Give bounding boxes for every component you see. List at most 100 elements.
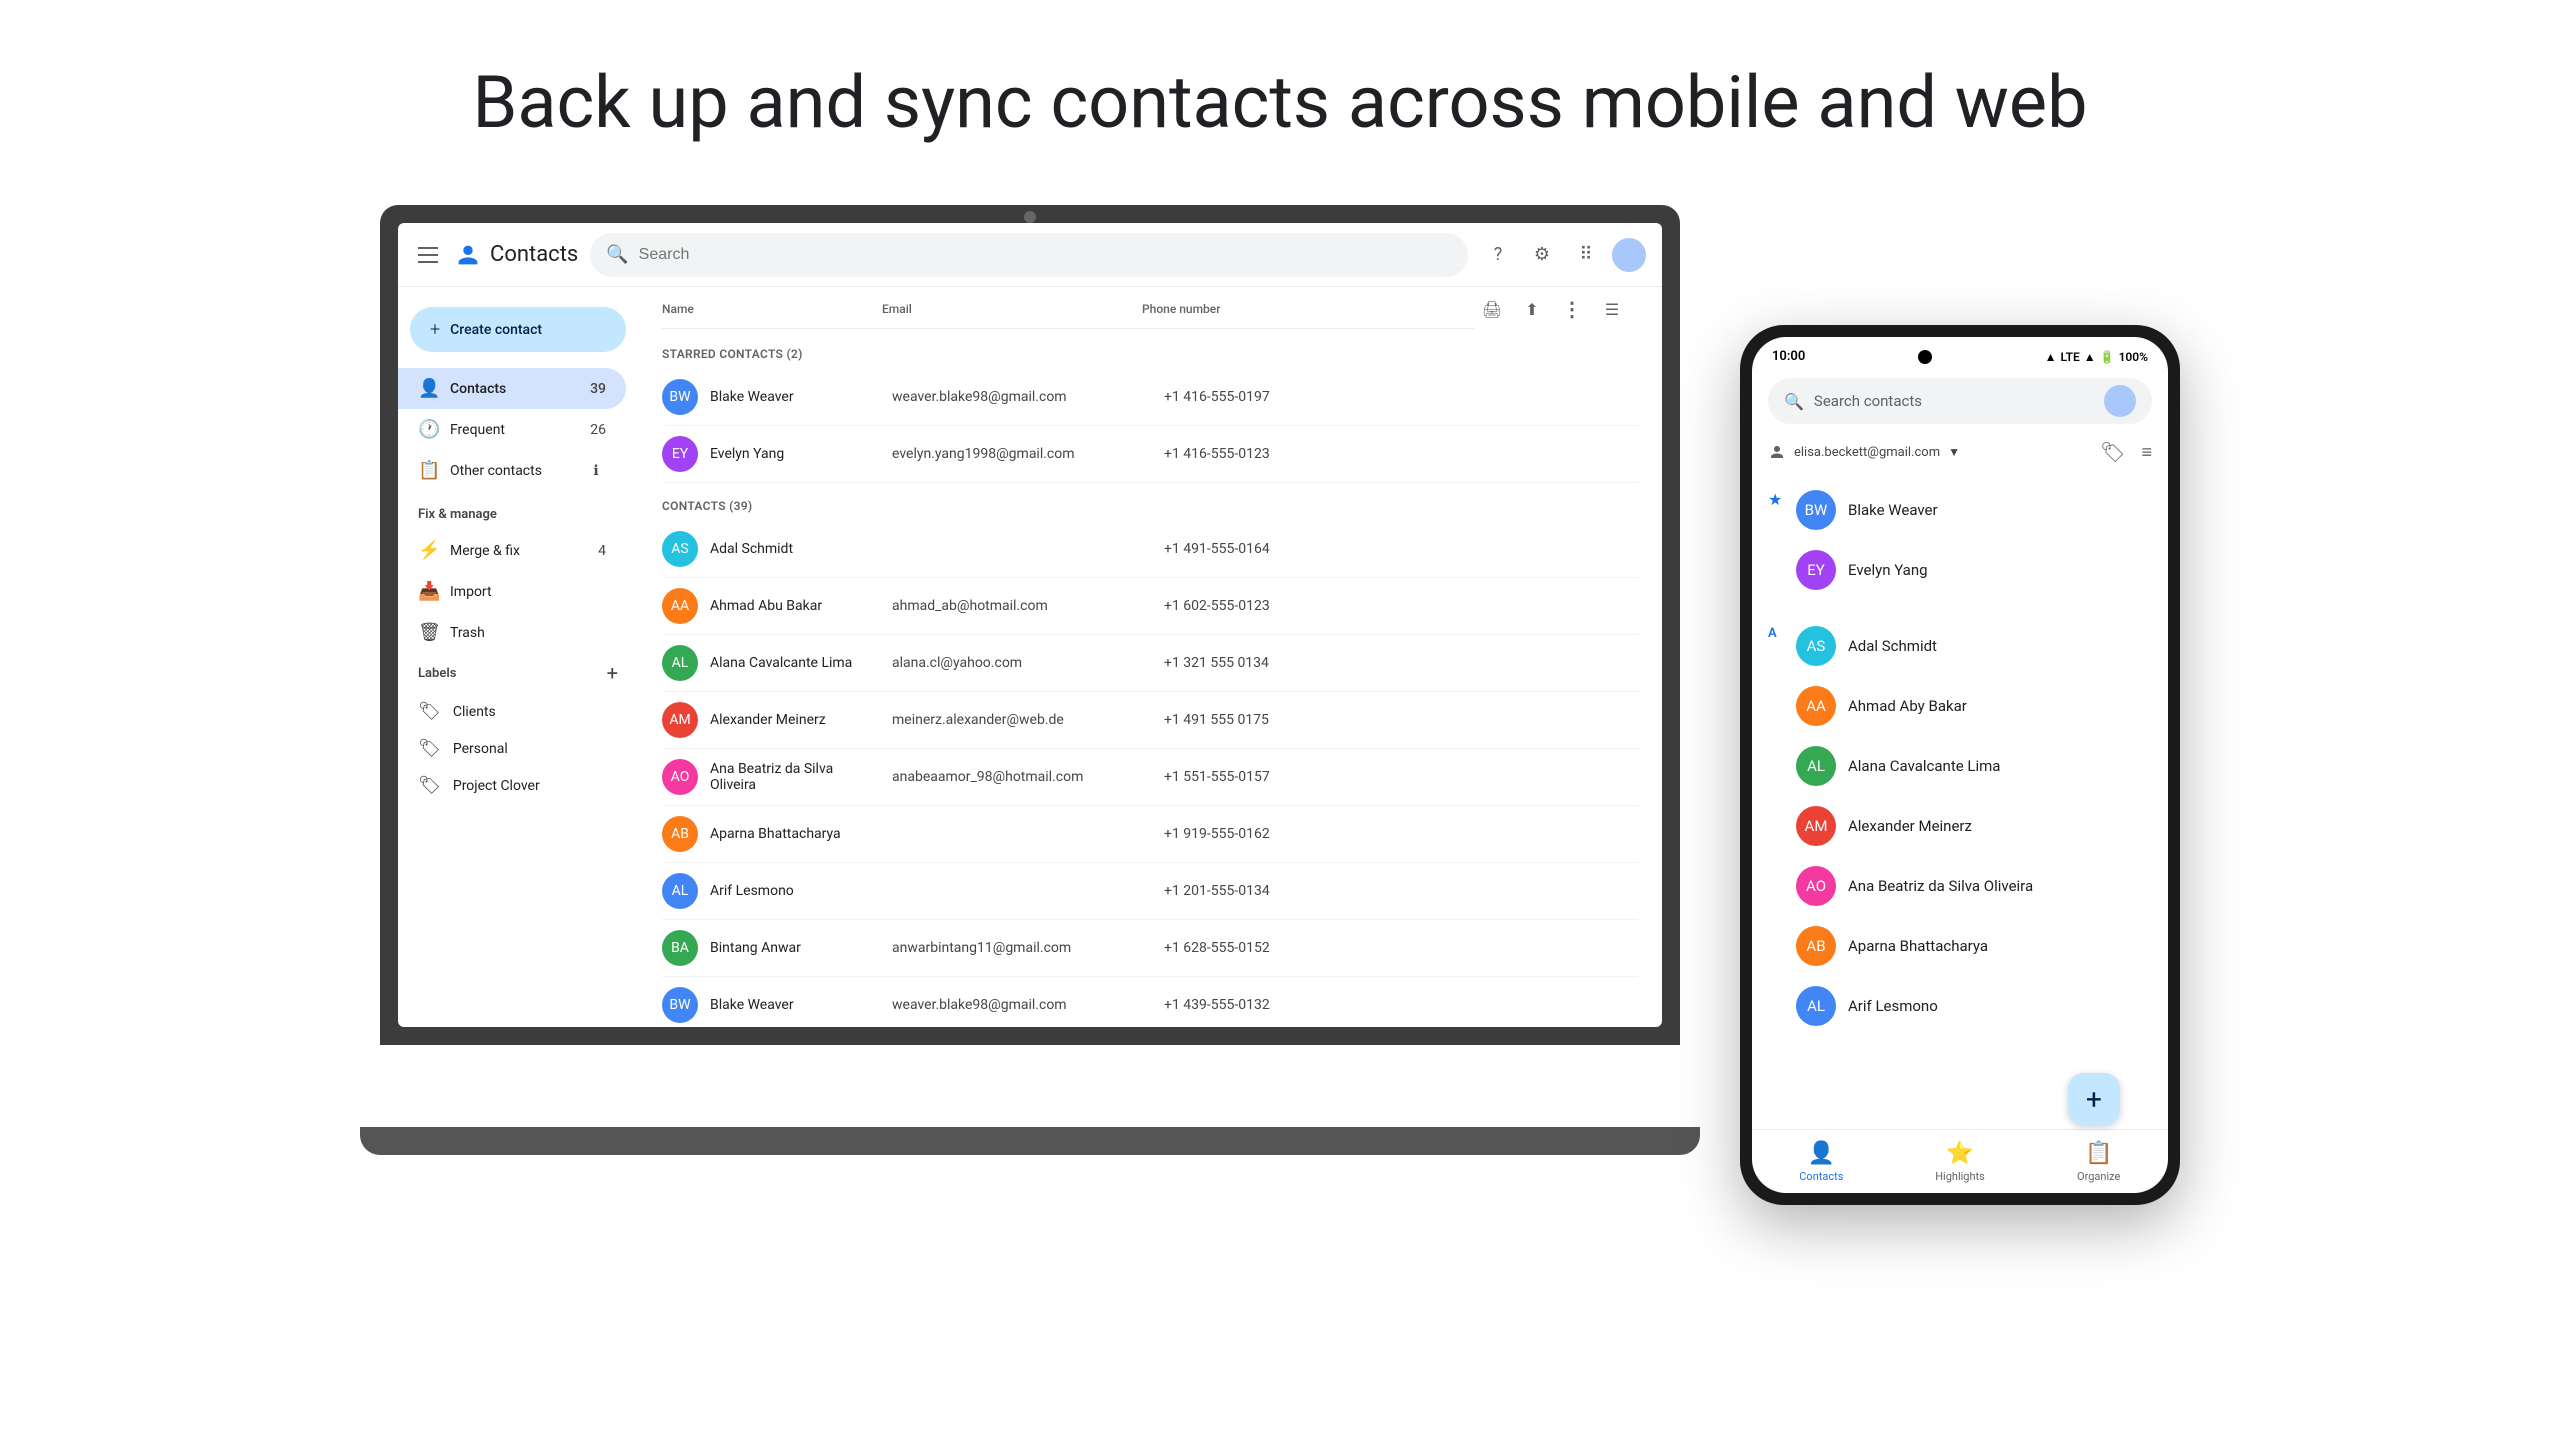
table-row: AL Alana Cavalcante Lima alana.cl@yahoo.…: [662, 635, 1638, 692]
table-row: BW Blake Weaver weaver.blake98@gmail.com…: [662, 369, 1638, 426]
contact-phone: +1 416-555-0123: [1164, 446, 1364, 462]
contact-avatar: AL: [662, 873, 698, 909]
contact-avatar: AO: [1796, 866, 1836, 906]
app-logo: Contacts: [454, 241, 578, 269]
starred-section: ★ BW Blake Weaver EY Evelyn Yang: [1768, 472, 2152, 608]
list-item[interactable]: AL Arif Lesmono: [1796, 976, 2152, 1036]
more-options-icon[interactable]: ⋮: [1554, 291, 1590, 327]
label-personal[interactable]: 🏷 Personal: [398, 730, 638, 767]
contact-name: Evelyn Yang: [710, 446, 880, 462]
wifi-icon: ▲: [2084, 350, 2096, 364]
email-header: Email: [882, 302, 1142, 316]
contact-phone: +1 602-555-0123: [1164, 598, 1364, 614]
search-input[interactable]: [639, 246, 1452, 264]
contact-avatar: AL: [1796, 986, 1836, 1026]
trash-label: Trash: [450, 625, 606, 641]
settings-icon[interactable]: ⚙: [1524, 237, 1560, 273]
label-project-clover-text: Project Clover: [453, 778, 540, 794]
merge-icon: ⚡: [418, 540, 438, 561]
account-bar[interactable]: elisa.beckett@gmail.com ▼ 🏷 ≡: [1752, 432, 2168, 472]
contact-avatar: EY: [662, 436, 698, 472]
contact-name: Blake Weaver: [1848, 501, 1938, 519]
contact-name: Adal Schmidt: [1848, 637, 1937, 655]
list-item[interactable]: EY Evelyn Yang: [1796, 540, 2152, 600]
create-contact-button[interactable]: + Create contact: [410, 307, 626, 352]
frequent-count: 26: [590, 422, 606, 438]
list-item[interactable]: AB Aparna Bhattacharya: [1796, 916, 2152, 976]
signal-icon: ▲: [2045, 350, 2057, 364]
apps-icon[interactable]: ⠿: [1568, 237, 1604, 273]
help-icon[interactable]: ?: [1480, 237, 1516, 273]
nav-organize[interactable]: 📋 Organize: [2029, 1130, 2168, 1193]
mobile-user-avatar[interactable]: [2104, 385, 2136, 417]
fix-manage-title: Fix & manage: [398, 491, 638, 530]
history-icon: 🕐: [418, 419, 438, 440]
merge-count: 4: [598, 543, 606, 559]
sidebar-item-contacts[interactable]: 👤 Contacts 39: [398, 368, 626, 409]
contact-avatar: EY: [1796, 550, 1836, 590]
list-item[interactable]: AO Ana Beatriz da Silva Oliveira: [1796, 856, 2152, 916]
contact-email: alana.cl@yahoo.com: [892, 655, 1152, 671]
highlights-nav-icon: ⭐: [1946, 1141, 1973, 1166]
print-icon[interactable]: 🖨: [1474, 291, 1510, 327]
star-icon: ★: [1768, 480, 1784, 509]
fab-add-button[interactable]: +: [2068, 1073, 2120, 1125]
create-contact-label: Create contact: [450, 322, 542, 338]
contact-phone: +1 491 555 0175: [1164, 712, 1364, 728]
list-item[interactable]: AL Alana Cavalcante Lima: [1796, 736, 2152, 796]
label-project-clover[interactable]: 🏷 Project Clover: [398, 767, 638, 804]
frequent-nav-label: Frequent: [450, 422, 578, 438]
contact-phone: +1 439-555-0132: [1164, 997, 1364, 1013]
trash-icon: 🗑: [418, 622, 438, 643]
contact-name: Alana Cavalcante Lima: [710, 655, 880, 671]
nav-highlights[interactable]: ⭐ Highlights: [1891, 1130, 2030, 1193]
sidebar-item-other-contacts[interactable]: 📋 Other contacts ℹ: [398, 450, 626, 491]
contact-name: Evelyn Yang: [1848, 561, 1928, 579]
sidebar-item-import[interactable]: 📥 Import: [398, 571, 626, 612]
sidebar-item-merge[interactable]: ⚡ Merge & fix 4: [398, 530, 626, 571]
contact-email: ahmad_ab@hotmail.com: [892, 598, 1152, 614]
desktop-search-bar[interactable]: 🔍: [590, 233, 1468, 277]
contact-name: Ahmad Abu Bakar: [710, 598, 880, 614]
contact-name: Bintang Anwar: [710, 940, 880, 956]
contact-phone: +1 201-555-0134: [1164, 883, 1364, 899]
contact-email: evelyn.yang1998@gmail.com: [892, 446, 1152, 462]
contact-name: Alana Cavalcante Lima: [1848, 757, 2000, 775]
list-item[interactable]: BW Blake Weaver: [1796, 480, 2152, 540]
list-view-icon[interactable]: ☰: [1594, 291, 1630, 327]
contact-name: Arif Lesmono: [710, 883, 880, 899]
app-title-text: Contacts: [490, 242, 578, 267]
contact-avatar: BA: [662, 930, 698, 966]
add-label-icon[interactable]: +: [607, 661, 618, 685]
contact-avatar: AM: [1796, 806, 1836, 846]
table-row: BA Bintang Anwar anwarbintang11@gmail.co…: [662, 920, 1638, 977]
sidebar-item-frequent[interactable]: 🕐 Frequent 26: [398, 409, 626, 450]
contact-phone: +1 321 555 0134: [1164, 655, 1364, 671]
sort-icon[interactable]: ≡: [2141, 442, 2152, 463]
contact-phone: +1 628-555-0152: [1164, 940, 1364, 956]
other-contacts-label: Other contacts: [450, 463, 574, 479]
nav-contacts[interactable]: 👤 Contacts: [1752, 1130, 1891, 1193]
user-avatar[interactable]: [1612, 238, 1646, 272]
contact-name: Blake Weaver: [710, 997, 880, 1013]
merge-label: Merge & fix: [450, 543, 586, 559]
menu-icon[interactable]: [414, 241, 442, 269]
phone-header: Phone number: [1142, 302, 1474, 316]
labels-filter-icon[interactable]: 🏷: [2100, 440, 2125, 464]
info-icon: ℹ: [586, 463, 606, 479]
list-item[interactable]: AA Ahmad Aby Bakar: [1796, 676, 2152, 736]
laptop-screen: Contacts 🔍 ? ⚙ ⠿: [398, 223, 1662, 1027]
phone-screen: 10:00 ▲ LTE ▲ 🔋 100% 🔍 Search contacts: [1752, 337, 2168, 1193]
table-row: AO Ana Beatriz da Silva Oliveira anabeaa…: [662, 749, 1638, 806]
list-item[interactable]: AS Adal Schmidt: [1796, 616, 2152, 676]
label-personal-text: Personal: [453, 741, 508, 757]
table-row: AM Alexander Meinerz meinerz.alexander@w…: [662, 692, 1638, 749]
list-item[interactable]: AM Alexander Meinerz: [1796, 796, 2152, 856]
sidebar-item-trash[interactable]: 🗑 Trash: [398, 612, 626, 653]
label-clients[interactable]: 🏷 Clients: [398, 693, 638, 730]
import-label: Import: [450, 584, 606, 600]
laptop-body: Contacts 🔍 ? ⚙ ⠿: [380, 205, 1680, 1045]
contacts-body: + Create contact 👤 Contacts 39 🕐 Frequen…: [398, 287, 1662, 1027]
export-icon[interactable]: ⬆: [1514, 291, 1550, 327]
mobile-search-bar[interactable]: 🔍 Search contacts: [1768, 378, 2152, 424]
